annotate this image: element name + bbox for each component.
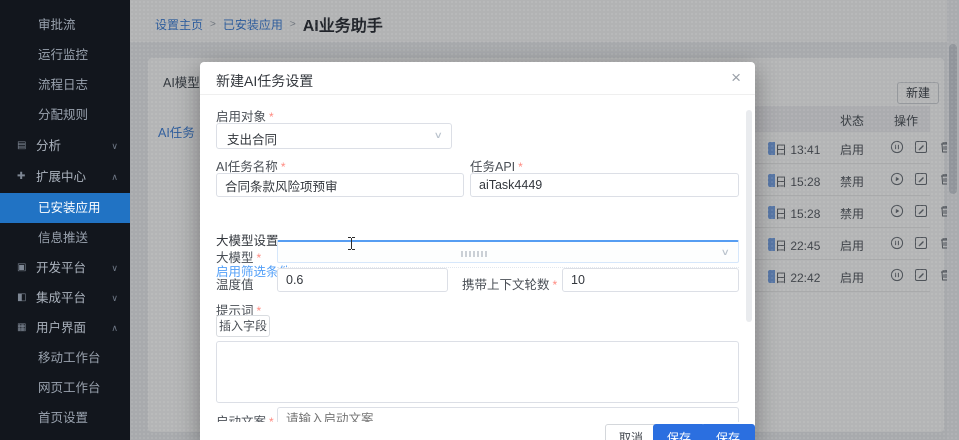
insert-field-button[interactable]: 插入字段 [216,315,270,337]
sidebar-item-homepage-settings[interactable]: 首页设置 [0,403,130,433]
modal-footer: 取消 保存 保存并启用 [200,422,755,440]
sidebar-item-installed-apps[interactable]: 已安装应用 [0,193,130,223]
chevron-down-icon: ∨ [111,131,118,161]
sidebar-item-mobile-workbench[interactable]: 移动工作台 [0,343,130,373]
task-api-input[interactable] [470,173,739,197]
sidebar-item-web-workbench[interactable]: 网页工作台 [0,373,130,403]
context-rounds-label: 携带上下文轮数 [462,274,557,293]
chevron-down-icon: ∨ [721,247,730,258]
chevron-down-icon: ∨ [434,130,443,141]
modal-scrollbar-thumb[interactable] [746,110,752,322]
sidebar-group-user-interface[interactable]: ▦ 用户界面 ∧ [0,313,130,343]
temperature-input[interactable] [277,268,448,292]
context-rounds-input[interactable] [562,268,739,292]
modal-header: 新建AI任务设置 × [200,62,755,95]
temperature-label: 温度值 [216,274,254,293]
sidebar-group-analysis[interactable]: ▤ 分析 ∨ [0,131,130,161]
chevron-down-icon: ∨ [111,253,118,283]
user-interface-icon: ▦ [17,313,31,343]
chevron-up-icon: ∧ [111,313,118,343]
integration-platform-icon: ◧ [17,283,31,313]
save-button[interactable]: 保存 [653,424,705,440]
sidebar-item-run-monitor[interactable]: 运行监控 [0,40,130,70]
sidebar-group-dev-platform[interactable]: ▣ 开发平台 ∨ [0,253,130,283]
chevron-down-icon: ∨ [111,283,118,313]
save-and-enable-button[interactable]: 保存并启用 [701,424,755,440]
extension-center-icon: ✚ [17,162,31,192]
model-label: 大模型 [216,247,261,266]
chevron-up-icon: ∧ [111,162,118,192]
enable-object-value: 支出合同 [227,129,277,148]
sidebar-item-assign-rules[interactable]: 分配规则 [0,100,130,130]
new-ai-task-modal: 新建AI任务设置 × 启用对象 支出合同 ∨ AI任务名称 任务API 启用筛选… [200,62,755,440]
prompt-textarea[interactable] [216,341,739,403]
sidebar-item-message-push[interactable]: 信息推送 [0,223,130,253]
modal-title: 新建AI任务设置 [216,71,313,91]
analysis-icon: ▤ [17,131,31,161]
sidebar: 审批流 运行监控 流程日志 分配规则 ▤ 分析 ∨ ✚ 扩展中心 ∧ 已安装应用… [0,0,130,440]
enable-object-select[interactable]: 支出合同 ∨ [216,123,452,149]
text-cursor-icon [347,237,356,250]
dev-platform-icon: ▣ [17,253,31,283]
sidebar-group-extension-center[interactable]: ✚ 扩展中心 ∧ [0,162,130,192]
cancel-button[interactable]: 取消 [605,424,657,440]
sidebar-group-integration-platform[interactable]: ◧ 集成平台 ∨ [0,283,130,313]
sidebar-item-process-log[interactable]: 流程日志 [0,70,130,100]
task-name-input[interactable] [216,173,464,197]
close-icon[interactable]: × [731,68,741,88]
sidebar-item-truncated[interactable] [0,0,130,10]
model-select-loading-text [461,251,487,257]
sidebar-item-approval-flow[interactable]: 审批流 [0,10,130,40]
app-window: 审批流 运行监控 流程日志 分配规则 ▤ 分析 ∨ ✚ 扩展中心 ∧ 已安装应用… [0,0,959,440]
